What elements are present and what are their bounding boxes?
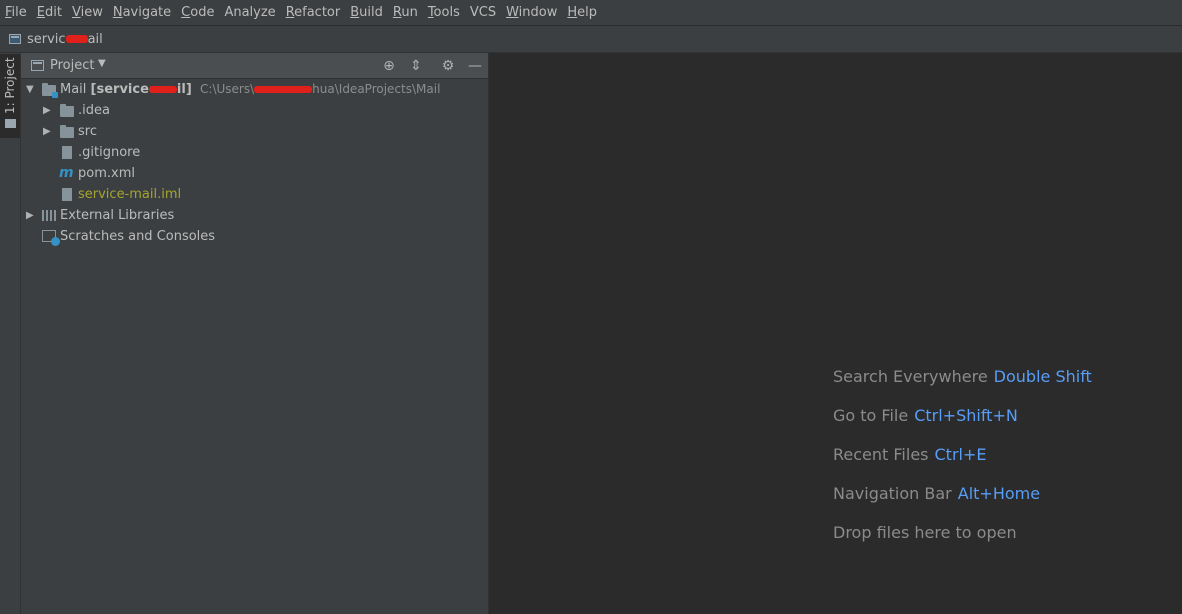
hint-drop-files: Drop files here to open — [833, 523, 1017, 542]
project-view-title[interactable]: Project — [50, 58, 94, 73]
project-tool-tab-label: 1: Project — [3, 57, 17, 114]
chevron-down-icon[interactable]: ▼ — [98, 58, 106, 69]
hint-go-to-file: Go to File Ctrl+Shift+N — [833, 406, 1018, 425]
menu-help[interactable]: Help — [562, 0, 602, 26]
menu-file[interactable]: File — [0, 0, 32, 26]
folder-icon — [60, 104, 74, 117]
hint-recent-files: Recent Files Ctrl+E — [833, 445, 987, 464]
menu-run[interactable]: Run — [388, 0, 423, 26]
redaction-mark — [148, 86, 177, 93]
folder-icon — [60, 125, 74, 138]
menu-edit[interactable]: Edit — [32, 0, 67, 26]
project-panel: Project ▼ ⊕ ⇕ ⚙ — ▼ Mail [service il] C:\… — [21, 53, 489, 614]
menu-navigate[interactable]: Navigate — [108, 0, 176, 26]
expand-arrow-icon[interactable]: ▶ — [43, 121, 51, 142]
expand-arrow-icon[interactable]: ▶ — [26, 205, 34, 226]
expand-arrow-icon[interactable]: ▶ — [43, 100, 51, 121]
maven-icon: m — [59, 165, 74, 181]
file-icon — [62, 146, 72, 159]
navigation-bar: servic ail — [0, 26, 1182, 53]
tool-window-strip: 1: Project — [0, 53, 21, 614]
hint-search-everywhere: Search Everywhere Double Shift — [833, 367, 1092, 386]
editor-area[interactable]: Search Everywhere Double Shift Go to File… — [490, 53, 1182, 614]
redaction-mark — [65, 35, 88, 43]
redaction-mark — [254, 86, 313, 93]
scratches-icon — [42, 230, 60, 246]
menu-analyze[interactable]: Analyze — [219, 0, 280, 26]
nav-module-crumb[interactable]: servic ail — [27, 32, 103, 47]
menu-window[interactable]: Window — [501, 0, 562, 26]
locate-icon[interactable]: ⊕ — [380, 57, 398, 75]
folder-icon — [5, 119, 16, 128]
menu-view[interactable]: View — [67, 0, 108, 26]
project-tool-tab[interactable]: 1: Project — [0, 54, 20, 138]
menu-tools[interactable]: Tools — [423, 0, 465, 26]
minimize-icon[interactable]: — — [466, 57, 484, 75]
module-icon — [9, 34, 21, 44]
project-panel-header: Project ▼ ⊕ ⇕ ⚙ — — [21, 53, 488, 79]
module-file-icon — [62, 188, 72, 201]
expand-arrow-icon[interactable]: ▼ — [26, 79, 34, 100]
menu-code[interactable]: Code — [176, 0, 219, 26]
menu-build[interactable]: Build — [345, 0, 388, 26]
library-icon — [42, 210, 57, 221]
menu-vcs[interactable]: VCS — [465, 0, 501, 26]
menu-refactor[interactable]: Refactor — [281, 0, 346, 26]
menu-bar: File Edit View Navigate Code Analyze Ref… — [0, 0, 1182, 26]
gear-icon[interactable]: ⚙ — [439, 57, 457, 75]
collapse-all-icon[interactable]: ⇕ — [407, 57, 425, 75]
module-folder-icon — [42, 83, 58, 98]
project-view-icon — [31, 60, 44, 71]
hint-navigation-bar: Navigation Bar Alt+Home — [833, 484, 1041, 503]
